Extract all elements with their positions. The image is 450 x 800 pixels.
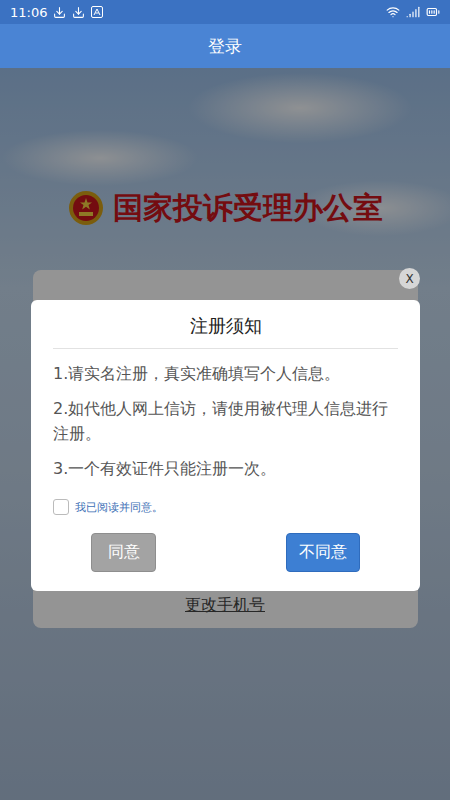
disagree-button[interactable]: 不同意 (286, 533, 360, 572)
status-bar: 11:06 (0, 0, 450, 24)
download-icon (53, 6, 66, 19)
app-notification-icon (91, 6, 103, 18)
status-time: 11:06 (10, 5, 47, 20)
login-content: 国家投诉受理办公室更改手机号注册须知1.请实名注册，真实准确填写个人信息。2.如… (0, 68, 450, 800)
agree-checkbox-row[interactable]: 我已阅读并同意。 (31, 481, 420, 515)
divider (53, 348, 398, 349)
screen: 11:06登录国家投诉受理办公室更改手机号注册须知1.请实名注册，真实准确填写个… (0, 0, 450, 800)
agree-button[interactable]: 同意 (91, 533, 156, 572)
header: 登录 (0, 24, 450, 68)
close-button[interactable]: X (399, 268, 420, 289)
agree-checkbox[interactable] (53, 499, 69, 515)
agree-label[interactable]: 我已阅读并同意。 (75, 500, 163, 515)
dialog-buttons: 同意 不同意 (31, 515, 420, 572)
download-icon (72, 6, 85, 19)
signal-icon (406, 5, 420, 19)
header-title: 登录 (208, 35, 242, 58)
dialog-title: 注册须知 (31, 312, 420, 340)
notice-item: 3.一个有效证件只能注册一次。 (53, 456, 402, 481)
registration-notice-dialog: 注册须知 1.请实名注册，真实准确填写个人信息。 2.如代他人网上信访，请使用被代理… (31, 300, 420, 591)
battery-icon (426, 5, 440, 19)
notice-item: 2.如代他人网上信访，请使用被代理人信息进行注册。 (53, 396, 402, 446)
notice-item: 1.请实名注册，真实准确填写个人信息。 (53, 361, 402, 386)
wifi-icon (386, 5, 400, 19)
notice-list: 1.请实名注册，真实准确填写个人信息。 2.如代他人网上信访，请使用被代理人信息进… (31, 361, 420, 481)
